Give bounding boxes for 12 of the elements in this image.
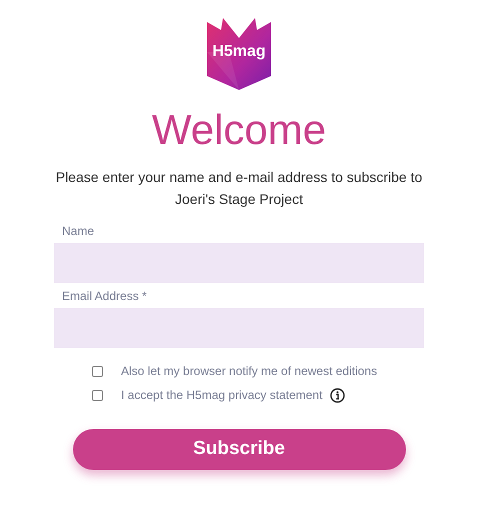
subscribe-button[interactable]: Subscribe	[72, 429, 406, 470]
input-field[interactable]	[54, 243, 424, 283]
field-label: Email Address *	[61, 288, 148, 305]
field-label: Name	[61, 223, 96, 240]
checkbox[interactable]	[92, 366, 103, 376]
info-icon[interactable]	[330, 388, 346, 402]
intro-text: Please enter your name and e-mail address to subscribe to Joeri's Stage Project	[54, 168, 424, 209]
checkbox-label: I accept the H5mag privacy statement	[121, 387, 322, 404]
checkbox-label: Also let my browser notify me of newest editions	[121, 363, 378, 380]
checkbox[interactable]	[92, 390, 103, 400]
input-field[interactable]	[54, 308, 424, 348]
welcome-heading: Welcome	[152, 106, 326, 154]
